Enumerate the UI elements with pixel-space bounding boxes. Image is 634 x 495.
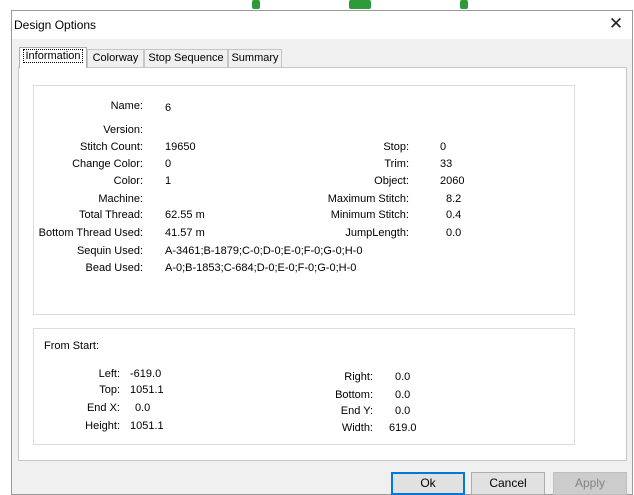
stop-value: 0 <box>440 141 447 153</box>
bottom-label: Bottom: <box>335 389 373 401</box>
jump-length-value: 0.0 <box>446 227 462 239</box>
from-start-heading: From Start: <box>44 340 100 352</box>
sequin-used-label: Sequin Used: <box>76 245 143 257</box>
total-thread-value: 62.55 m <box>165 209 205 221</box>
end-y-label: End Y: <box>340 405 373 417</box>
object-value: 2060 <box>440 175 465 187</box>
bead-used-label: Bead Used: <box>85 262 143 274</box>
top-value: 1051.1 <box>130 384 164 396</box>
sequin-used-value: A-3461;B-1879;C-0;D-0;E-0;F-0;G-0;H-0 <box>165 245 363 257</box>
name-label: Name: <box>110 100 143 112</box>
min-stitch-value: 0.4 <box>446 209 462 221</box>
max-stitch-label: Maximum Stitch: <box>327 193 409 205</box>
trim-value: 33 <box>440 158 453 170</box>
end-x-label: End X: <box>86 402 120 414</box>
height-value: 1051.1 <box>130 420 164 432</box>
min-stitch-label: Minimum Stitch: <box>330 209 409 221</box>
change-color-value: 0 <box>165 158 172 170</box>
max-stitch-value: 8.2 <box>446 193 462 205</box>
left-value: -619.0 <box>130 368 162 380</box>
color-label: Color: <box>113 175 143 187</box>
total-thread-label: Total Thread: <box>78 209 143 221</box>
design-options-dialog: Design Options ✕ Information Colorway St… <box>11 10 633 495</box>
stitch-speck <box>460 0 468 9</box>
left-label: Left: <box>98 368 120 380</box>
information-tab-page: Name: 6 Version: Stitch Count: 19650 Cha… <box>18 67 627 461</box>
end-y-value: 0.0 <box>395 405 411 417</box>
dialog-title: Design Options <box>14 18 97 32</box>
bottom-value: 0.0 <box>395 389 411 401</box>
width-value: 619.0 <box>389 422 417 434</box>
design-info-group: Name: 6 Version: Stitch Count: 19650 Cha… <box>33 85 575 315</box>
machine-label: Machine: <box>98 193 143 205</box>
tab-information[interactable]: Information <box>19 47 87 68</box>
color-value: 1 <box>165 175 172 187</box>
tab-stop-sequence[interactable]: Stop Sequence <box>144 49 228 67</box>
stitch-speck <box>349 0 371 9</box>
title-bar: Design Options ✕ <box>12 11 632 39</box>
stitch-count-label: Stitch Count: <box>80 141 143 153</box>
jump-length-label: JumpLength: <box>345 227 409 239</box>
trim-label: Trim: <box>384 158 409 170</box>
bottom-thread-label: Bottom Thread Used: <box>38 227 143 239</box>
tab-summary[interactable]: Summary <box>228 49 282 67</box>
stitch-speck <box>252 0 260 9</box>
close-button[interactable]: ✕ <box>602 12 630 38</box>
tab-colorway[interactable]: Colorway <box>87 49 144 67</box>
object-label: Object: <box>374 175 409 187</box>
top-label: Top: <box>99 384 120 396</box>
end-x-value: 0.0 <box>135 402 151 414</box>
cancel-button[interactable]: Cancel <box>471 472 545 495</box>
right-label: Right: <box>344 371 373 383</box>
bottom-thread-value: 41.57 m <box>165 227 205 239</box>
ok-button[interactable]: Ok <box>391 472 465 495</box>
from-start-group: From Start: Left: -619.0 Top: 1051.1 End… <box>33 328 575 445</box>
width-label: Width: <box>341 422 373 434</box>
name-value: 6 <box>165 102 172 114</box>
bead-used-value: A-0;B-1853;C-684;D-0;E-0;F-0;G-0;H-0 <box>165 262 357 274</box>
version-label: Version: <box>103 124 143 136</box>
apply-button[interactable]: Apply <box>553 472 627 495</box>
height-label: Height: <box>85 420 120 432</box>
stitch-count-value: 19650 <box>165 141 196 153</box>
stop-label: Stop: <box>383 141 409 153</box>
close-icon: ✕ <box>608 14 624 33</box>
change-color-label: Change Color: <box>72 158 143 170</box>
right-value: 0.0 <box>395 371 411 383</box>
